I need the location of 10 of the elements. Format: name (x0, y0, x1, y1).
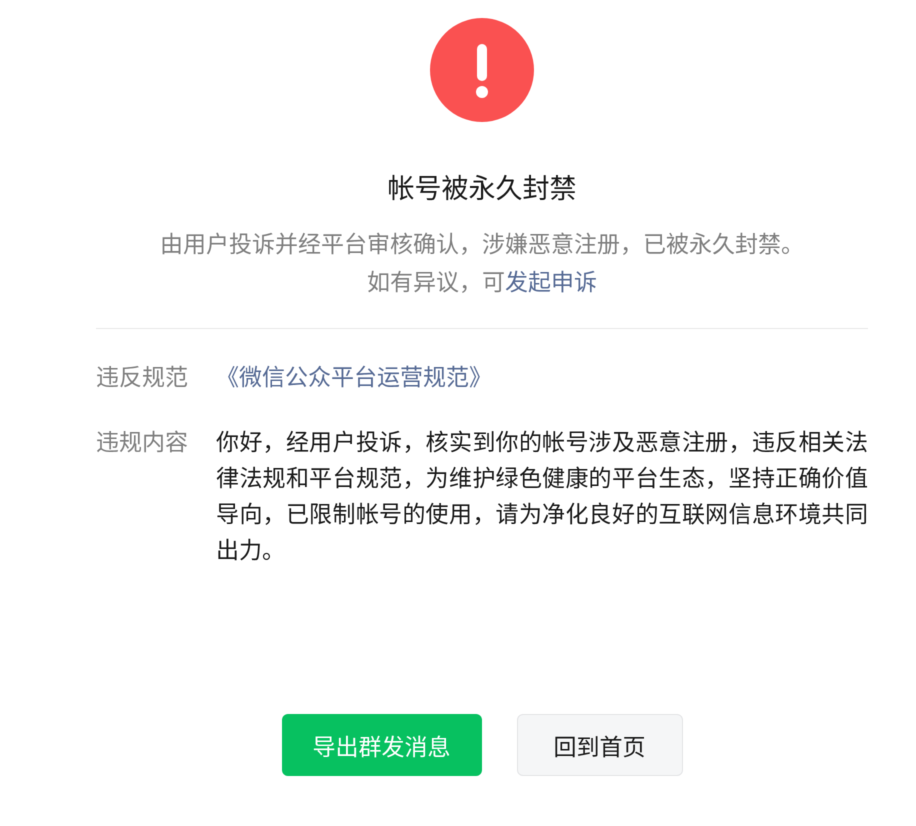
detail-label: 违规内容 (96, 429, 189, 458)
warning-icon (430, 18, 534, 122)
status-title: 帐号被永久封禁 (388, 173, 576, 207)
status-description: 由用户投诉并经平台审核确认，涉嫌恶意注册，已被永久封禁。 (160, 231, 804, 260)
detail-label: 违反规范 (96, 364, 189, 393)
appeal-link[interactable]: 发起申诉 (505, 270, 597, 296)
appeal-text: 如有异议，可发起申诉 (367, 269, 597, 298)
violation-text: 你好，经用户投诉，核实到你的帐号涉及恶意注册，违反相关法律法规和平台规范，为维护绿色健康的平台生态，坚持正确价值导向，已限制帐号的使用，请为净化良好的互联网信息环境共同出力。 (216, 429, 868, 566)
home-button[interactable]: 回到首页 (516, 714, 682, 776)
rule-link[interactable]: 《微信公众平台运营规范》 (216, 360, 492, 396)
